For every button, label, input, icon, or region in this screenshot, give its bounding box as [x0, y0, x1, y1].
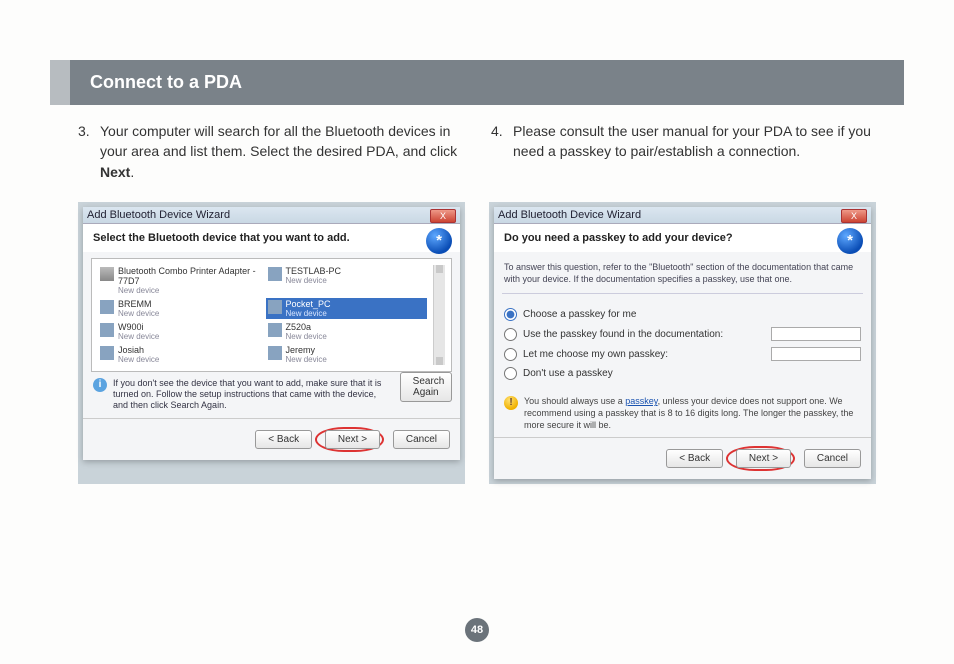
screenshot-right: Add Bluetooth Device Wizard X Do you nee…	[489, 202, 876, 484]
step-4: 4. Please consult the user manual for yo…	[491, 121, 876, 182]
device-name: Bluetooth Combo Printer Adapter - 77D7	[118, 266, 258, 286]
radio-button[interactable]	[504, 367, 517, 380]
highlight-circle: Next >	[726, 446, 795, 471]
device-item[interactable]: Z520aNew device	[266, 321, 428, 342]
device-sub: New device	[286, 276, 342, 285]
option-label: Use the passkey found in the documentati…	[523, 329, 723, 340]
dialog-passkey: Add Bluetooth Device Wizard X Do you nee…	[494, 207, 871, 479]
phone-icon	[268, 346, 282, 360]
radio-button[interactable]	[504, 348, 517, 361]
pc-icon	[268, 300, 282, 314]
device-sub: New device	[118, 355, 159, 364]
scrollbar[interactable]	[433, 265, 445, 365]
device-name: W900i	[118, 322, 159, 332]
passkey-link[interactable]: passkey	[625, 396, 657, 406]
pc-icon	[268, 267, 282, 281]
device-name: BREMM	[118, 299, 159, 309]
instruction-columns: 3. Your computer will search for all the…	[50, 121, 904, 192]
printer-icon	[100, 267, 114, 281]
dialog-heading: Do you need a passkey to add your device…	[494, 224, 871, 252]
close-button[interactable]: X	[430, 209, 456, 223]
device-item[interactable]: Pocket_PCNew device	[266, 298, 428, 319]
device-item[interactable]: Bluetooth Combo Printer Adapter - 77D7Ne…	[98, 265, 260, 296]
phone-icon	[100, 346, 114, 360]
step-number: 4.	[491, 121, 513, 182]
option-label: Don't use a passkey	[523, 368, 613, 379]
option-label: Let me choose my own passkey:	[523, 349, 668, 360]
screenshot-left: Add Bluetooth Device Wizard X Select the…	[78, 202, 465, 484]
cancel-button[interactable]: Cancel	[393, 430, 450, 449]
device-item[interactable]: TESTLAB-PCNew device	[266, 265, 428, 296]
dialog-title: Add Bluetooth Device Wizard	[87, 209, 230, 221]
device-name: Z520a	[286, 322, 327, 332]
section-title: Connect to a PDA	[90, 72, 242, 92]
warning-icon: !	[504, 396, 518, 410]
step-text: Please consult the user manual for your …	[513, 121, 876, 182]
step-text: Your computer will search for all the Bl…	[100, 121, 463, 182]
bluetooth-icon: *	[837, 228, 863, 254]
next-button[interactable]: Next >	[736, 449, 791, 468]
back-button[interactable]: < Back	[666, 449, 723, 468]
close-button[interactable]: X	[841, 209, 867, 223]
option-label: Choose a passkey for me	[523, 309, 636, 320]
info-icon: i	[93, 378, 107, 392]
device-name: Pocket_PC	[286, 299, 331, 309]
device-sub: New device	[118, 309, 159, 318]
passkey-input[interactable]	[771, 347, 861, 361]
back-button[interactable]: < Back	[255, 430, 312, 449]
device-item[interactable]: JosiahNew device	[98, 344, 260, 365]
dialog-footer: < Back Next > Cancel	[494, 437, 871, 479]
device-name: Jeremy	[286, 345, 327, 355]
cancel-button[interactable]: Cancel	[804, 449, 861, 468]
device-list[interactable]: Bluetooth Combo Printer Adapter - 77D7Ne…	[91, 258, 452, 372]
dialog-titlebar: Add Bluetooth Device Wizard X	[83, 207, 460, 224]
passkey-option[interactable]: Choose a passkey for me	[504, 308, 861, 321]
step-3: 3. Your computer will search for all the…	[78, 121, 463, 182]
device-name: Josiah	[118, 345, 159, 355]
passkey-input[interactable]	[771, 327, 861, 341]
device-sub: New device	[286, 355, 327, 364]
next-button[interactable]: Next >	[325, 430, 380, 449]
device-item[interactable]: W900iNew device	[98, 321, 260, 342]
dialog-select-device: Add Bluetooth Device Wizard X Select the…	[83, 207, 460, 460]
highlight-circle: Next >	[315, 427, 384, 452]
passkey-option[interactable]: Let me choose my own passkey:	[504, 347, 861, 361]
passkey-option[interactable]: Don't use a passkey	[504, 367, 861, 380]
radio-button[interactable]	[504, 308, 517, 321]
passkey-note: To answer this question, refer to the "B…	[502, 258, 863, 294]
dialog-footer: < Back Next > Cancel	[83, 418, 460, 460]
step-number: 3.	[78, 121, 100, 182]
bluetooth-icon: *	[426, 228, 452, 254]
device-sub: New device	[286, 332, 327, 341]
passkey-options: Choose a passkey for me Use the passkey f…	[502, 294, 863, 390]
device-sub: New device	[118, 286, 258, 295]
device-sub: New device	[118, 332, 159, 341]
phone-icon	[100, 323, 114, 337]
pc-icon	[100, 300, 114, 314]
phone-icon	[268, 323, 282, 337]
device-item[interactable]: JeremyNew device	[266, 344, 428, 365]
passkey-warning: ! You should always use a passkey, unles…	[502, 390, 863, 431]
dialog-heading: Select the Bluetooth device that you wan…	[83, 224, 460, 252]
hint-text: i If you don't see the device that you w…	[91, 372, 392, 412]
page-number: 48	[465, 618, 489, 642]
section-header: Connect to a PDA	[50, 60, 904, 105]
dialog-title: Add Bluetooth Device Wizard	[498, 209, 641, 221]
radio-button[interactable]	[504, 328, 517, 341]
device-sub: New device	[286, 309, 331, 318]
dialog-titlebar: Add Bluetooth Device Wizard X	[494, 207, 871, 224]
search-again-button[interactable]: Search Again	[400, 372, 452, 402]
device-name: TESTLAB-PC	[286, 266, 342, 276]
passkey-option[interactable]: Use the passkey found in the documentati…	[504, 327, 861, 341]
device-item[interactable]: BREMMNew device	[98, 298, 260, 319]
